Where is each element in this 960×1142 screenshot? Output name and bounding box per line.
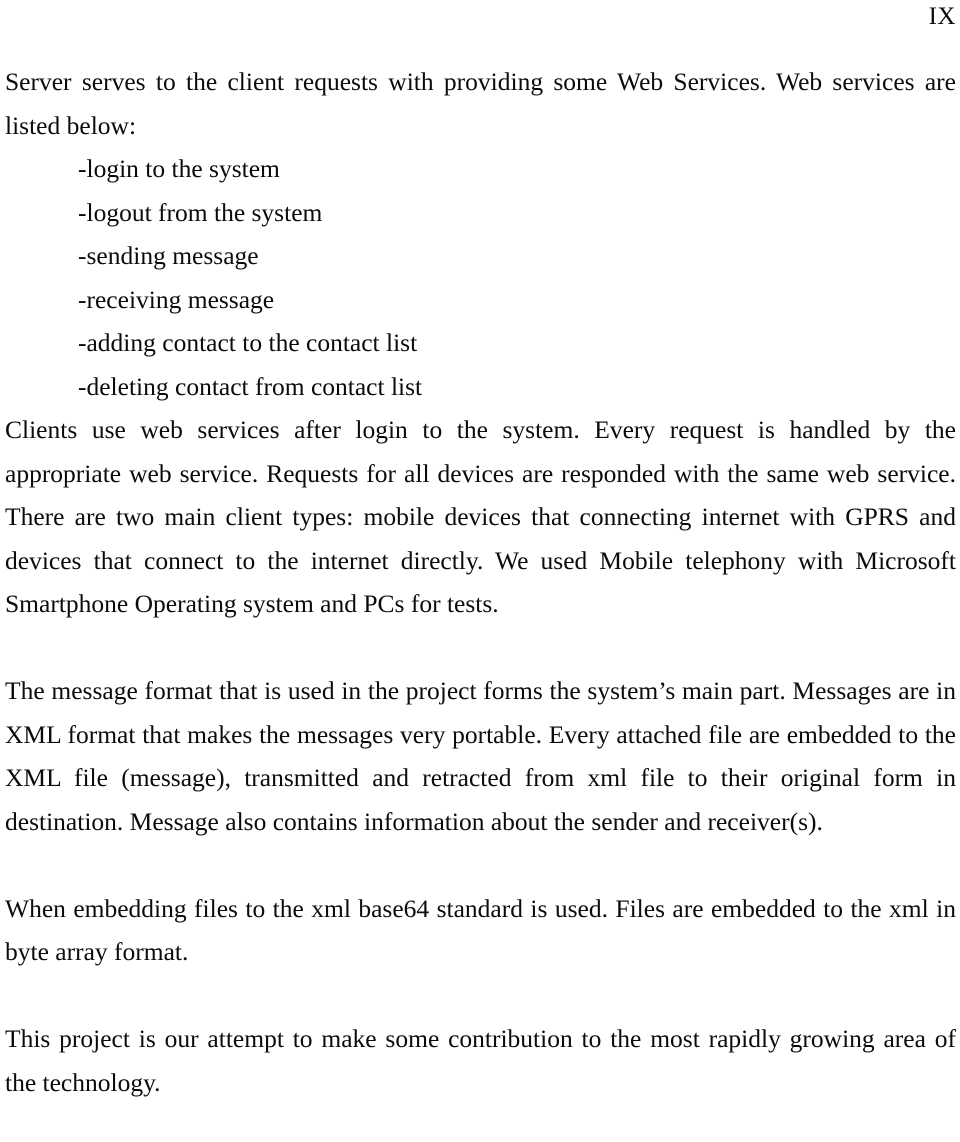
document-body: Server serves to the client requests wit… <box>5 60 956 1104</box>
paragraph-clients-web-services: Clients use web services after login to … <box>5 415 956 618</box>
paragraph-message-format: The message format that is used in the p… <box>5 676 956 836</box>
list-item: -adding contact to the contact list <box>78 328 418 357</box>
document-page: IX Server serves to the client requests … <box>0 0 960 1142</box>
web-services-list: -login to the system -logout from the sy… <box>5 147 956 408</box>
list-item: -deleting contact from contact list <box>78 371 423 401</box>
list-item: -logout from the system <box>78 197 323 227</box>
list-item: -login to the system <box>78 154 280 183</box>
paragraph-project-conclusion: This project is our attempt to make some… <box>5 1024 956 1097</box>
page-number-header: IX <box>928 3 956 30</box>
list-item: -sending message <box>78 241 259 270</box>
paragraph-base64-embedding: When embedding files to the xml base64 s… <box>5 893 956 967</box>
list-item: -receiving message <box>78 284 275 314</box>
intro-paragraph: Server serves to the client requests wit… <box>5 67 956 140</box>
